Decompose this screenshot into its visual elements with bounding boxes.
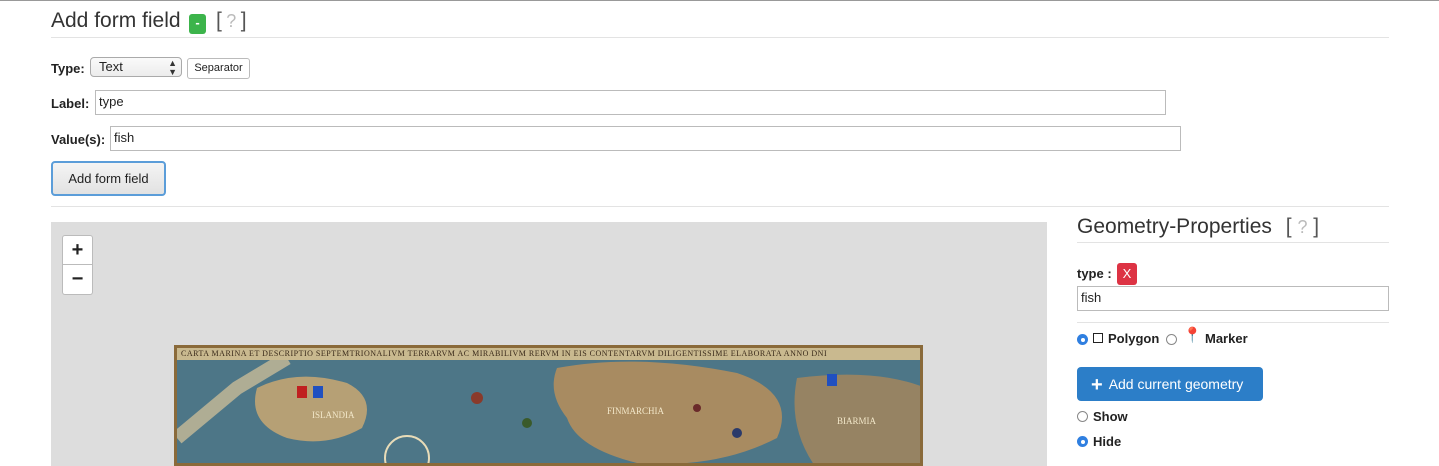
map-label: ISLANDIA (312, 410, 355, 420)
plus-icon: + (1091, 374, 1103, 396)
help-icon[interactable]: ? (226, 11, 236, 31)
marker-pin-icon: 📍 (1183, 327, 1202, 344)
divider (1077, 322, 1389, 323)
remove-property-button[interactable]: X (1117, 263, 1137, 285)
help-bracket-open: [ (216, 9, 222, 32)
divider (51, 206, 1389, 207)
zoom-out-button[interactable]: − (62, 265, 93, 295)
label-label: Label: (51, 96, 90, 111)
page-title: Add form field (51, 9, 181, 32)
show-label: Show (1093, 409, 1128, 424)
type-select-value: Text (99, 59, 123, 74)
hide-label: Hide (1093, 434, 1122, 449)
help-icon[interactable]: ? (1297, 217, 1307, 237)
polygon-label: Polygon (1108, 331, 1160, 346)
help-bracket-close: ] (1313, 215, 1320, 238)
separator-button[interactable]: Separator (187, 58, 250, 79)
values-label: Value(s): (51, 132, 106, 147)
label-input[interactable]: type (95, 90, 1166, 115)
divider (51, 37, 1389, 38)
type-select[interactable]: Text ▲ ▼ (90, 57, 182, 77)
help-bracket-open: [ (1285, 215, 1292, 238)
type-label: Type: (51, 61, 85, 76)
help-link[interactable]: [ ? ] (1286, 215, 1319, 238)
marker-label: Marker (1205, 331, 1248, 346)
map-label: BIARMIA (837, 416, 877, 426)
marker-radio[interactable] (1166, 334, 1177, 345)
map-image: CARTA MARINA ET DESCRIPTIO SEPTEMTRIONAL… (174, 345, 923, 466)
hide-radio[interactable] (1077, 436, 1088, 447)
property-label: type : (1077, 266, 1112, 281)
add-current-geometry-label: Add current geometry (1108, 376, 1244, 392)
zoom-in-button[interactable]: + (62, 235, 93, 265)
property-value-input[interactable]: fish (1077, 286, 1389, 311)
show-radio[interactable] (1077, 411, 1088, 422)
add-form-field-button[interactable]: Add form field (51, 161, 166, 196)
polygon-icon (1093, 333, 1103, 343)
map-view[interactable]: + − CARTA MARINA ET DESCRIPTIO SEPTEMTRI… (51, 222, 1047, 466)
map-artwork (177, 348, 920, 463)
help-bracket-close: ] (240, 9, 247, 32)
values-input[interactable]: fish (110, 126, 1181, 151)
map-banner-text: CARTA MARINA ET DESCRIPTIO SEPTEMTRIONAL… (177, 348, 920, 360)
help-link[interactable]: [ ? ] (216, 9, 247, 33)
map-label: FINMARCHIA (607, 406, 665, 416)
select-arrows-icon: ▲ ▼ (168, 58, 177, 77)
geometry-properties-title: Geometry-Properties [ ? ] (1077, 215, 1320, 238)
divider (1077, 242, 1389, 243)
collapse-button[interactable]: - (189, 14, 206, 34)
add-current-geometry-button[interactable]: + Add current geometry (1077, 367, 1263, 401)
polygon-radio[interactable] (1077, 334, 1088, 345)
